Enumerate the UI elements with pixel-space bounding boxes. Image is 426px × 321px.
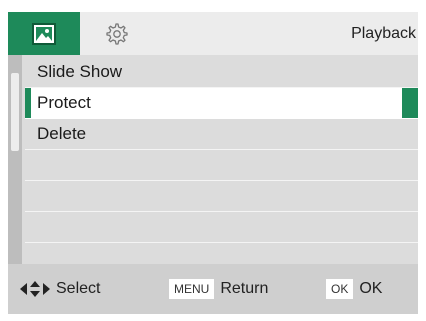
four-way-arrows-icon	[20, 281, 50, 297]
return-label: Return	[220, 280, 269, 297]
menu-list: Slide Show Protect Delete	[25, 57, 418, 262]
menu-item-empty	[25, 212, 418, 243]
menu-item-label: Slide Show	[37, 62, 123, 81]
select-label: Select	[56, 280, 101, 297]
ok-label: OK	[359, 280, 383, 297]
menu-item-empty	[25, 181, 418, 212]
ok-hint: OK OK	[326, 264, 382, 314]
tab-playback[interactable]	[8, 12, 80, 55]
scroll-thumb[interactable]	[11, 73, 19, 151]
menu-item-empty	[25, 150, 418, 181]
scrollbar[interactable]	[8, 55, 22, 264]
menu-item-slide-show[interactable]: Slide Show	[25, 57, 418, 88]
image-icon	[32, 22, 56, 45]
menu-item-protect[interactable]: Protect	[25, 88, 418, 119]
menu-item-label: Protect	[37, 93, 91, 112]
menu-key: MENU	[169, 279, 215, 299]
menu-item-delete[interactable]: Delete	[25, 119, 418, 150]
select-hint: Select	[20, 264, 100, 314]
menu-title: Playback	[351, 25, 416, 42]
button-guide-bar: Select MENU Return OK OK	[8, 264, 418, 314]
menu-tab-bar: Playback	[8, 12, 418, 55]
menu-item-label: Delete	[37, 124, 87, 143]
gear-icon	[106, 22, 128, 45]
ok-key: OK	[326, 279, 354, 299]
return-hint: MENU Return	[169, 264, 268, 314]
camera-menu-screen: Playback Slide Show Protect Delete Selec…	[8, 12, 418, 314]
tab-setup[interactable]	[80, 12, 152, 55]
